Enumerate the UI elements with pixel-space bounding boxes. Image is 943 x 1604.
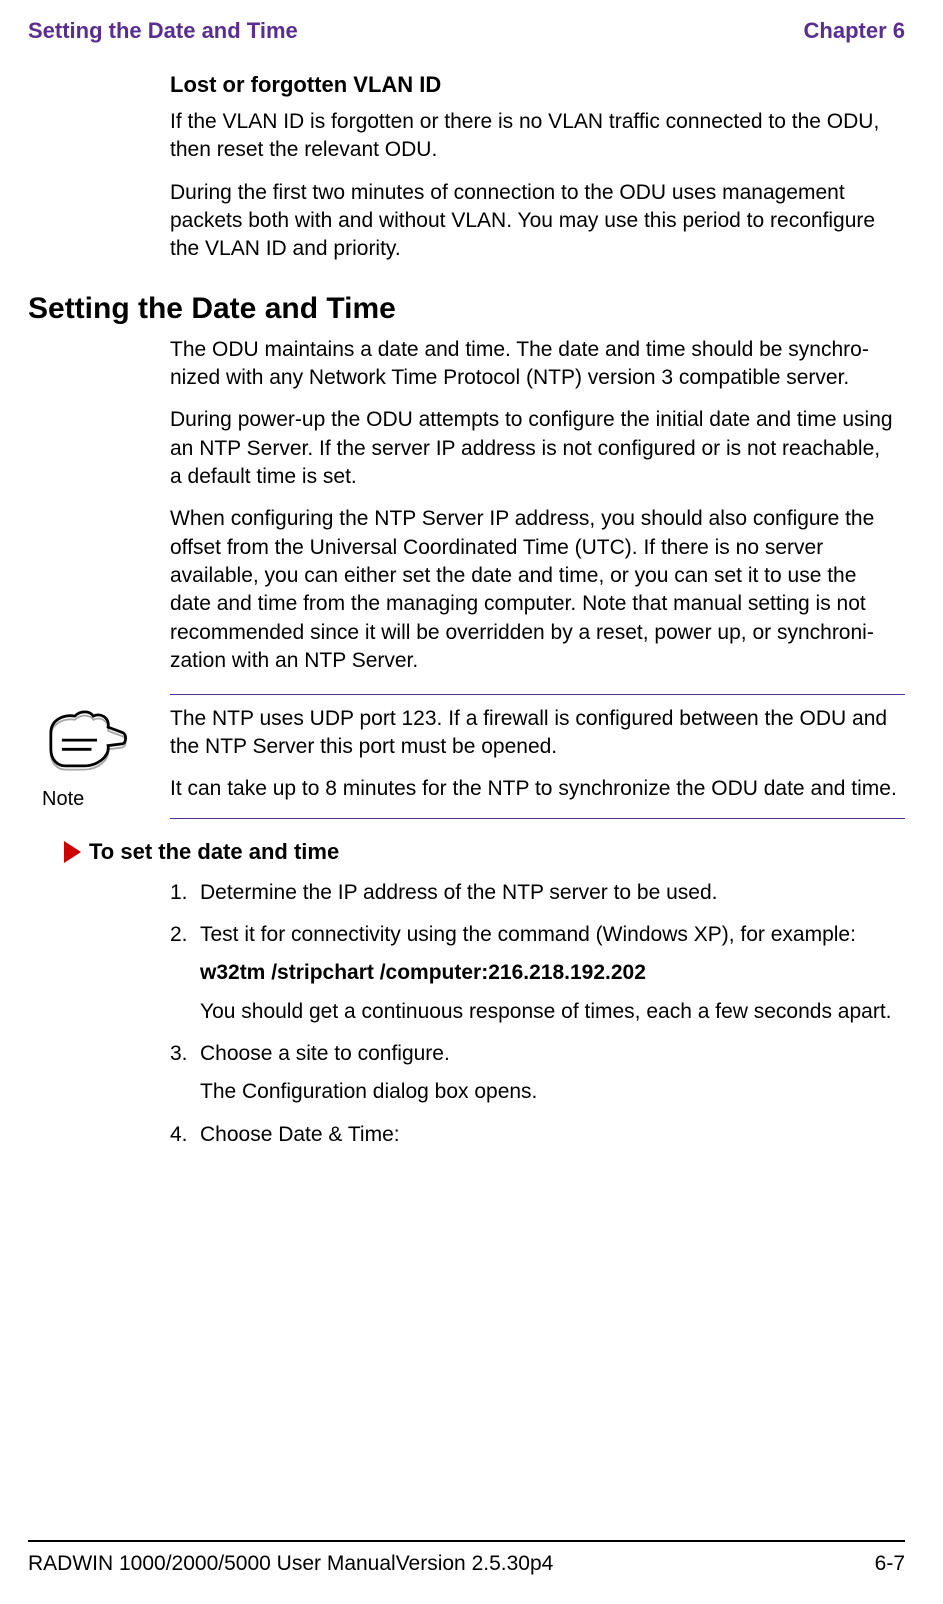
pointing-hand-icon — [42, 705, 128, 777]
procedure-title: To set the date and time — [89, 839, 339, 865]
running-header: Setting the Date and Time Chapter 6 — [28, 18, 905, 44]
para-date-3: When configuring the NTP Server IP addre… — [170, 505, 895, 675]
page-footer: RADWIN 1000/2000/5000 User ManualVersion… — [28, 1552, 905, 1576]
note-icon-cell: Note — [42, 705, 152, 811]
steps-list: 1. Determine the IP address of the NTP s… — [170, 879, 905, 1149]
para-lost-vlan-2: During the first two minutes of connecti… — [170, 179, 895, 264]
step-2: 2. Test it for connectivity using the co… — [170, 921, 905, 949]
footer-right: 6-7 — [875, 1552, 905, 1576]
step-body: Test it for connectivity using the comma… — [200, 921, 905, 949]
note-block-ntp: Note The NTP uses UDP port 123. If a fir… — [170, 694, 905, 819]
note-para-1: The NTP uses UDP port 123. If a firewall… — [170, 705, 897, 762]
heading-lost-vlan-id: Lost or forgotten VLAN ID — [170, 72, 895, 98]
step-num: 2. — [170, 921, 200, 949]
step-2-command: w32tm /stripchart /computer:216.218.192.… — [200, 959, 905, 987]
step-1: 1. Determine the IP address of the NTP s… — [170, 879, 905, 907]
step-body: Choose a site to configure. — [200, 1040, 905, 1068]
step-body: Determine the IP address of the NTP serv… — [200, 879, 905, 907]
note-label: Note — [42, 788, 152, 811]
para-date-1: The ODU maintains a date and time. The d… — [170, 336, 895, 393]
para-date-2: During power-up the ODU attempts to conf… — [170, 406, 895, 491]
step-num: 1. — [170, 879, 200, 907]
footer-rule — [28, 1540, 905, 1542]
chevron-right-icon — [64, 841, 81, 863]
step-num: 3. — [170, 1040, 200, 1068]
step-3-result: The Configuration dialog box opens. — [200, 1078, 905, 1106]
runhead-chapter: Chapter 6 — [804, 18, 905, 44]
step-body: Choose Date & Time: — [200, 1121, 905, 1149]
note-para-2: It can take up to 8 minutes for the NTP … — [170, 775, 897, 803]
step-num: 4. — [170, 1121, 200, 1149]
step-2-result: You should get a continuous response of … — [200, 998, 905, 1026]
heading-setting-date-time: Setting the Date and Time — [28, 292, 905, 326]
procedure-heading: To set the date and time — [64, 839, 905, 865]
para-lost-vlan-1: If the VLAN ID is forgotten or there is … — [170, 108, 895, 165]
step-4: 4. Choose Date & Time: — [170, 1121, 905, 1149]
footer-left: RADWIN 1000/2000/5000 User ManualVersion… — [28, 1552, 553, 1576]
runhead-section-title: Setting the Date and Time — [28, 18, 298, 44]
step-3: 3. Choose a site to configure. — [170, 1040, 905, 1068]
